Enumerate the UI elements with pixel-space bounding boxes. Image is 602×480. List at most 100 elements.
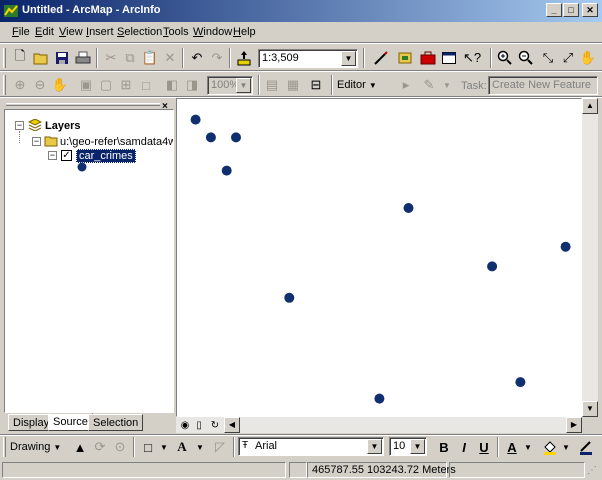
zoom-whole-page-icon[interactable]: ⊞: [116, 75, 136, 95]
car-crime-point[interactable]: [284, 292, 295, 303]
add-data-icon[interactable]: [234, 48, 254, 68]
arctoolbox-icon[interactable]: [418, 48, 438, 68]
new-text-icon[interactable]: A: [172, 437, 192, 457]
command-line-icon[interactable]: [439, 48, 459, 68]
resize-grip-icon[interactable]: ⋰: [587, 465, 597, 476]
layout-pan-icon[interactable]: ✋: [50, 75, 70, 95]
italic-button[interactable]: I: [454, 437, 474, 457]
layout-view-icon[interactable]: ▯: [192, 415, 206, 435]
zoom-to-selected-icon[interactable]: ⊙: [110, 437, 130, 457]
edit-tool-icon[interactable]: ▸: [396, 75, 416, 95]
refresh-view-icon[interactable]: ↻: [208, 415, 222, 435]
menu-window[interactable]: Window: [193, 26, 232, 38]
map-canvas[interactable]: [177, 99, 581, 416]
chevron-down-icon[interactable]: ▼: [556, 437, 576, 457]
redo-icon[interactable]: ↷: [207, 48, 227, 68]
delete-icon[interactable]: ✕: [160, 48, 180, 68]
undo-icon[interactable]: ↶: [187, 48, 207, 68]
new-document-icon[interactable]: 🗋: [10, 48, 30, 68]
collapse-layer-icon[interactable]: −: [48, 151, 57, 160]
chevron-down-icon[interactable]: ▼: [437, 75, 457, 95]
editor-toolbar-icon[interactable]: [371, 48, 391, 68]
select-elements-icon[interactable]: ▲: [70, 437, 90, 457]
toc-root-label[interactable]: Layers: [45, 120, 80, 132]
horizontal-scrollbar[interactable]: ◉ ▯ ↻ ◀ ▶: [176, 417, 582, 433]
map-display[interactable]: [176, 98, 582, 417]
layout-zoom-combo[interactable]: 100% ▼: [207, 76, 253, 95]
chevron-down-icon[interactable]: ▼: [341, 51, 356, 66]
zoom-in-icon[interactable]: [495, 48, 515, 68]
layout-zoom-in-icon[interactable]: ⊕: [10, 75, 30, 95]
bold-button[interactable]: B: [434, 437, 454, 457]
zoom-out-icon[interactable]: [516, 48, 536, 68]
chevron-down-icon[interactable]: ▼: [236, 78, 251, 93]
pan-icon[interactable]: ✋: [578, 48, 598, 68]
vertical-scrollbar[interactable]: ▲ ▼: [582, 98, 598, 417]
copy-icon[interactable]: ⧉: [120, 48, 140, 68]
toolbar-grip[interactable]: [3, 437, 6, 457]
arccatalog-icon[interactable]: [395, 48, 415, 68]
tab-selection[interactable]: Selection: [88, 414, 144, 431]
paste-icon[interactable]: 📋: [140, 48, 160, 68]
collapse-dataframe-icon[interactable]: −: [32, 137, 41, 146]
car-crime-point[interactable]: [374, 393, 385, 404]
change-layout-icon[interactable]: ⊟: [306, 75, 326, 95]
toolbar-grip[interactable]: [3, 75, 6, 95]
scroll-up-icon[interactable]: ▲: [582, 98, 598, 114]
chevron-down-icon[interactable]: ▼: [190, 437, 210, 457]
toolbar-grip[interactable]: [3, 48, 6, 68]
dataframe-path-label[interactable]: u:\geo-refer\samdata4w: [60, 136, 173, 148]
print-icon[interactable]: [73, 48, 93, 68]
rotate-icon[interactable]: ⟳: [90, 437, 110, 457]
next-extent-icon[interactable]: ◨: [182, 75, 202, 95]
task-combo[interactable]: Create New Feature: [488, 76, 598, 95]
car-crime-point[interactable]: [231, 132, 241, 143]
menu-selection[interactable]: Selection: [117, 26, 162, 38]
chevron-down-icon[interactable]: ▼: [518, 437, 538, 457]
save-icon[interactable]: [52, 48, 72, 68]
scroll-left-icon[interactable]: ◀: [224, 417, 240, 433]
font-size-combo[interactable]: 10 ▼: [389, 437, 427, 456]
tab-source[interactable]: Source: [48, 413, 93, 431]
toggle-draft-mode-icon[interactable]: ▤: [262, 75, 282, 95]
car-crime-point[interactable]: [515, 377, 526, 388]
car-crime-point[interactable]: [403, 203, 414, 213]
data-view-icon[interactable]: ◉: [178, 415, 192, 435]
menu-file[interactable]: File: [12, 26, 30, 38]
chevron-down-icon[interactable]: ▼: [367, 439, 382, 454]
previous-extent-icon[interactable]: ◧: [162, 75, 182, 95]
fixed-zoom-in-icon[interactable]: ⤡: [538, 48, 558, 68]
maximize-button[interactable]: □: [563, 3, 579, 17]
open-folder-icon[interactable]: [31, 48, 51, 68]
car-crime-point[interactable]: [205, 132, 216, 143]
chevron-down-icon[interactable]: ▼: [410, 439, 425, 454]
line-color-icon[interactable]: [576, 437, 596, 457]
chevron-down-icon[interactable]: ▼: [154, 437, 174, 457]
whats-this-help-icon[interactable]: ↖?: [462, 48, 482, 68]
car-crime-point[interactable]: [487, 261, 498, 272]
zoom-100-icon[interactable]: □: [136, 75, 156, 95]
layout-fixed-zoom-in-icon[interactable]: ▣: [76, 75, 96, 95]
font-name-combo[interactable]: Arial Ŧ ▼: [238, 437, 384, 456]
fixed-zoom-out-icon[interactable]: ⤢: [558, 48, 578, 68]
menu-insert[interactable]: Insert: [86, 26, 114, 38]
car-crime-point[interactable]: [190, 114, 201, 125]
edit-vertices-icon[interactable]: ◸: [210, 437, 230, 457]
scroll-right-icon[interactable]: ▶: [566, 417, 582, 433]
scroll-down-icon[interactable]: ▼: [582, 401, 598, 417]
sketch-tool-icon[interactable]: ✎: [419, 75, 439, 95]
car-crime-point[interactable]: [560, 241, 571, 252]
layer-name-label[interactable]: car_crimes: [76, 149, 136, 163]
menu-tools[interactable]: Tools: [163, 26, 189, 38]
menu-edit[interactable]: Edit: [35, 26, 54, 38]
layout-zoom-out-icon[interactable]: ⊖: [30, 75, 50, 95]
underline-button[interactable]: U: [474, 437, 494, 457]
menu-help[interactable]: Help: [233, 26, 256, 38]
minimize-button[interactable]: _: [546, 3, 562, 17]
car-crime-point[interactable]: [221, 165, 232, 176]
focus-data-frame-icon[interactable]: ▦: [283, 75, 303, 95]
menu-view[interactable]: View: [59, 26, 83, 38]
layout-fixed-zoom-out-icon[interactable]: ▢: [96, 75, 116, 95]
cut-icon[interactable]: ✂: [101, 48, 121, 68]
drawing-menu-button[interactable]: Drawing ▼: [10, 437, 62, 457]
